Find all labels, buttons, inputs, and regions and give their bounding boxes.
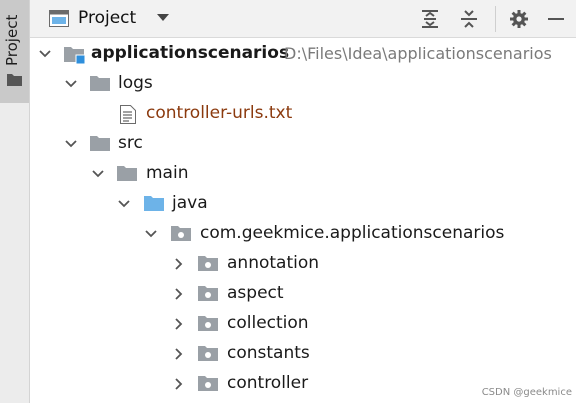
minimize-icon[interactable] (545, 8, 567, 30)
package-icon (198, 376, 218, 391)
toolbar-separator (495, 6, 496, 32)
tree-item-label: controller-urls.txt (146, 103, 293, 123)
chevron-right-icon[interactable] (173, 258, 185, 270)
tree-item-label: src (118, 133, 143, 153)
tree-item-collection[interactable]: collection (30, 309, 576, 339)
package-icon (171, 226, 191, 241)
chevron-down-icon[interactable] (39, 48, 51, 60)
project-tool-tab-label: Project (3, 14, 21, 66)
tree-item-aspect[interactable]: aspect (30, 279, 576, 309)
chevron-down-icon[interactable] (118, 198, 130, 210)
gear-icon[interactable] (508, 8, 530, 30)
tree-item-root[interactable]: applicationscenarios D:\Files\Idea\appli… (30, 39, 576, 69)
expand-all-icon[interactable] (419, 8, 441, 30)
package-icon (198, 256, 218, 271)
chevron-right-icon[interactable] (173, 318, 185, 330)
tree-item-constants[interactable]: constants (30, 339, 576, 369)
chevron-down-icon[interactable] (65, 78, 77, 90)
tree-item-package[interactable]: com.geekmice.applicationscenarios (30, 219, 576, 249)
chevron-down-icon[interactable] (157, 14, 169, 22)
tree-item-label: controller (227, 373, 309, 393)
project-tree: applicationscenarios D:\Files\Idea\appli… (30, 39, 576, 403)
project-view-title[interactable]: Project (78, 8, 136, 28)
module-folder-icon (64, 47, 86, 65)
folder-icon (90, 136, 110, 151)
source-folder-icon (144, 196, 164, 211)
project-view-icon (49, 10, 69, 27)
tree-item-path: D:\Files\Idea\applicationscenarios (284, 44, 552, 63)
tree-item-annotation[interactable]: annotation (30, 249, 576, 279)
tree-item-label: applicationscenarios (91, 43, 290, 63)
chevron-down-icon[interactable] (92, 168, 104, 180)
chevron-right-icon[interactable] (173, 378, 185, 390)
tool-window-strip: Project (0, 0, 30, 403)
package-icon (198, 286, 218, 301)
tree-item-label: constants (227, 343, 310, 363)
tree-item-label: java (172, 193, 208, 213)
tree-item-src[interactable]: src (30, 129, 576, 159)
project-tool-tab[interactable]: Project (0, 0, 29, 103)
tree-item-label: collection (227, 313, 309, 333)
chevron-right-icon[interactable] (173, 348, 185, 360)
tree-item-label: main (146, 163, 189, 183)
tree-item-label: annotation (227, 253, 320, 273)
text-file-icon (120, 105, 136, 124)
chevron-right-icon[interactable] (173, 288, 185, 300)
tree-item-label: com.geekmice.applicationscenarios (200, 223, 505, 243)
tree-item-label: logs (118, 73, 153, 93)
folder-icon (7, 74, 22, 86)
package-icon (198, 346, 218, 361)
chevron-down-icon[interactable] (145, 228, 157, 240)
tree-item-label: aspect (227, 283, 284, 303)
tree-item-main[interactable]: main (30, 159, 576, 189)
folder-icon (117, 166, 137, 181)
watermark-text: CSDN @geekmice (481, 387, 572, 398)
tree-item-java[interactable]: java (30, 189, 576, 219)
tree-item-logs[interactable]: logs (30, 69, 576, 99)
folder-icon (90, 76, 110, 91)
tree-item-controller-urls[interactable]: controller-urls.txt (30, 99, 576, 129)
chevron-down-icon[interactable] (65, 138, 77, 150)
collapse-all-icon[interactable] (458, 8, 480, 30)
project-header: Project (30, 0, 576, 38)
package-icon (198, 316, 218, 331)
